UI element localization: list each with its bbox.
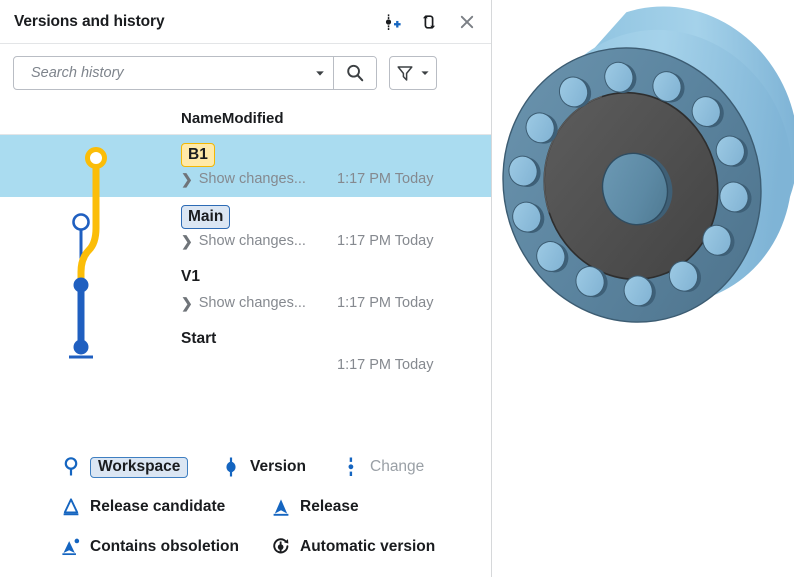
legend-row: Release candidate Release [60,487,492,527]
row-name: Main [181,205,231,229]
row-modified: 1:17 PM Today [337,357,434,373]
compare-versions-icon [423,14,435,29]
table-row[interactable]: Main ❯ Show changes... 1:17 PM Today [0,197,491,259]
automatic-version-icon [270,535,292,559]
versions-history-panel: Versions and history Search history Name… [0,0,492,577]
legend-item-workspace[interactable]: Workspace [60,456,220,478]
model-viewer[interactable] [492,0,794,577]
contains-obsoletion-icon [60,536,82,558]
row-name: V1 [181,268,200,285]
column-header-modified: Modified [221,109,284,127]
history-table: Name Modified B1 ❯ Show changes... 1:17 … [0,104,491,383]
add-version-button[interactable] [379,10,403,34]
search-dropdown-button[interactable] [307,57,333,89]
close-icon [460,15,474,28]
legend-label: Automatic version [300,538,436,555]
filter-button[interactable] [389,56,437,90]
flange-3d-model [502,6,794,323]
workspace-icon [60,456,82,478]
legend-row: Contains obsoletion Automatic version [60,527,492,567]
show-changes-label: Show changes... [198,171,306,187]
show-changes-link[interactable]: ❯ Show changes... [181,233,306,249]
legend-item-release-candidate[interactable]: Release candidate [60,496,270,518]
filter-icon [397,66,413,81]
panel-titlebar: Versions and history [0,0,491,44]
legend-item-version[interactable]: Version [220,456,340,478]
history-rows: B1 ❯ Show changes... 1:17 PM Today Main … [0,135,491,383]
main-badge: Main [181,205,231,229]
legend-label: Contains obsoletion [90,538,239,555]
compare-versions-button[interactable] [417,10,441,34]
chevron-down-icon [421,71,429,75]
legend-label: Workspace [90,456,189,478]
row-name: Start [181,330,217,347]
chevron-right-icon: ❯ [181,295,193,311]
search-icon [347,64,364,82]
show-changes-label: Show changes... [198,233,306,249]
graph-legend: Workspace Version Change Release candida… [0,447,492,567]
page-title: Versions and history [14,12,165,30]
show-changes-link[interactable]: ❯ Show changes... [181,295,306,311]
table-row[interactable]: Start 1:17 PM Today [0,321,491,383]
release-icon [270,496,292,518]
legend-label: Release [300,498,359,515]
close-button[interactable] [455,10,479,34]
search-input[interactable] [14,57,307,89]
row-modified: 1:17 PM Today [337,171,434,187]
column-header-name: Name [181,109,222,127]
legend-row: Workspace Version Change [60,447,492,487]
legend-item-change[interactable]: Change [340,456,424,478]
version-icon [220,456,242,478]
row-name: B1 [181,143,215,167]
change-icon [340,456,362,478]
release-candidate-icon [60,496,82,518]
search-box [13,56,377,90]
legend-label: Change [370,458,425,475]
row-modified: 1:17 PM Today [337,233,434,249]
titlebar-actions [379,10,479,34]
show-changes-label: Show changes... [198,295,306,311]
search-button[interactable] [333,57,376,89]
legend-label: Release candidate [90,498,226,515]
versions-and-history-window: Versions and history Search history Name… [0,0,794,577]
row-modified: 1:17 PM Today [337,295,434,311]
search-row [0,44,491,90]
table-row[interactable]: V1 ❯ Show changes... 1:17 PM Today [0,259,491,321]
chevron-right-icon: ❯ [181,233,193,249]
branch-badge: B1 [181,143,215,167]
add-version-icon [385,13,401,30]
legend-item-release[interactable]: Release [270,496,359,518]
legend-item-automatic-version[interactable]: Automatic version [270,535,435,559]
table-header: Name Modified [0,104,491,135]
show-changes-link[interactable]: ❯ Show changes... [181,171,306,187]
legend-label: Version [250,458,306,475]
chevron-down-icon [316,71,324,76]
legend-item-contains-obsoletion[interactable]: Contains obsoletion [60,536,270,558]
chevron-right-icon: ❯ [181,171,193,187]
table-row[interactable]: B1 ❯ Show changes... 1:17 PM Today [0,135,491,197]
